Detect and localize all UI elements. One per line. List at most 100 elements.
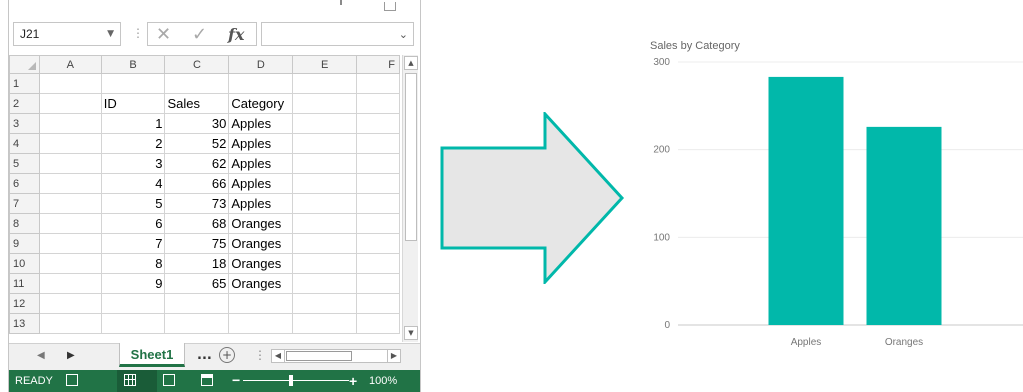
normal-view-icon[interactable] bbox=[124, 374, 136, 386]
cell-a[interactable] bbox=[38, 193, 102, 214]
tab-split-grip-icon[interactable]: ⋮ bbox=[254, 348, 266, 362]
cell-f[interactable] bbox=[356, 193, 400, 214]
row-header[interactable]: 6 bbox=[9, 173, 40, 194]
cell-d[interactable] bbox=[228, 73, 294, 94]
cell-d[interactable]: Oranges bbox=[228, 213, 294, 234]
cell-d[interactable]: Oranges bbox=[228, 233, 294, 254]
bar-oranges[interactable] bbox=[866, 126, 942, 325]
cell-c[interactable]: 66 bbox=[164, 173, 230, 194]
cell-f[interactable] bbox=[356, 173, 400, 194]
cell-b[interactable]: 9 bbox=[100, 273, 166, 294]
formula-input[interactable]: ⌄ bbox=[261, 22, 414, 46]
cell-a[interactable] bbox=[38, 113, 102, 134]
row-header[interactable]: 1 bbox=[9, 73, 40, 94]
cell-e[interactable] bbox=[292, 233, 358, 254]
cell-a[interactable] bbox=[38, 153, 102, 174]
row-header[interactable]: 12 bbox=[9, 293, 40, 314]
name-box[interactable]: J21 ▼ bbox=[13, 22, 121, 46]
row-header[interactable]: 7 bbox=[9, 193, 40, 214]
column-header-e[interactable]: E bbox=[292, 55, 358, 74]
scroll-right-arrow-icon[interactable]: ▶ bbox=[387, 350, 400, 362]
cell-e[interactable] bbox=[292, 313, 358, 334]
sheet-tab-sheet1[interactable]: Sheet1 bbox=[119, 343, 185, 367]
cell-c[interactable]: 75 bbox=[164, 233, 230, 254]
cell-f[interactable] bbox=[356, 73, 400, 94]
cell-e[interactable] bbox=[292, 293, 358, 314]
cell-c[interactable]: 30 bbox=[164, 113, 230, 134]
horizontal-scroll-thumb[interactable] bbox=[286, 351, 352, 361]
cell-e[interactable] bbox=[292, 73, 358, 94]
cell-f[interactable] bbox=[356, 293, 400, 314]
row-header[interactable]: 4 bbox=[9, 133, 40, 154]
row-header[interactable]: 9 bbox=[9, 233, 40, 254]
cell-f[interactable] bbox=[356, 153, 400, 174]
cell-d[interactable]: Apples bbox=[228, 133, 294, 154]
cell-d[interactable] bbox=[228, 293, 294, 314]
row-header[interactable]: 10 bbox=[9, 253, 40, 274]
cell-e[interactable] bbox=[292, 93, 358, 114]
cell-e[interactable] bbox=[292, 253, 358, 274]
vertical-scroll-thumb[interactable] bbox=[405, 73, 417, 241]
cell-c[interactable]: 62 bbox=[164, 153, 230, 174]
row-header[interactable]: 2 bbox=[9, 93, 40, 114]
column-header-f[interactable]: F bbox=[356, 55, 400, 74]
add-sheet-icon[interactable]: + bbox=[219, 347, 235, 363]
cell-a[interactable] bbox=[38, 213, 102, 234]
previous-sheet-icon[interactable]: ◀ bbox=[37, 350, 45, 361]
next-sheet-icon[interactable]: ▶ bbox=[67, 350, 75, 361]
cell-e[interactable] bbox=[292, 153, 358, 174]
cell-b[interactable]: 5 bbox=[100, 193, 166, 214]
cell-c[interactable]: 18 bbox=[164, 253, 230, 274]
cell-a[interactable] bbox=[38, 173, 102, 194]
cell-e[interactable] bbox=[292, 113, 358, 134]
cell-b[interactable]: 4 bbox=[100, 173, 166, 194]
macro-record-icon[interactable] bbox=[66, 374, 78, 386]
cell-c[interactable] bbox=[164, 313, 230, 334]
scroll-left-arrow-icon[interactable]: ◀ bbox=[272, 350, 285, 362]
cell-e[interactable] bbox=[292, 193, 358, 214]
formula-bar-grip-icon[interactable]: ⋮ bbox=[132, 26, 144, 40]
select-all-corner[interactable] bbox=[9, 55, 40, 74]
row-header[interactable]: 8 bbox=[9, 213, 40, 234]
page-layout-view-icon[interactable] bbox=[163, 374, 175, 386]
restore-window-button[interactable] bbox=[384, 2, 396, 11]
zoom-out-icon[interactable]: − bbox=[232, 372, 240, 388]
column-header-d[interactable]: D bbox=[228, 55, 294, 74]
cell-c[interactable]: 65 bbox=[164, 273, 230, 294]
page-break-view-icon[interactable] bbox=[201, 374, 213, 386]
cell-f[interactable] bbox=[356, 213, 400, 234]
cell-b[interactable] bbox=[100, 73, 166, 94]
cell-e[interactable] bbox=[292, 173, 358, 194]
cell-a[interactable] bbox=[38, 93, 102, 114]
cell-e[interactable] bbox=[292, 133, 358, 154]
cell-c[interactable]: 52 bbox=[164, 133, 230, 154]
row-header[interactable]: 5 bbox=[9, 153, 40, 174]
zoom-in-icon[interactable]: + bbox=[349, 373, 357, 389]
cell-f[interactable] bbox=[356, 93, 400, 114]
cell-b[interactable]: 6 bbox=[100, 213, 166, 234]
row-header[interactable]: 11 bbox=[9, 273, 40, 294]
expand-formula-bar-icon[interactable]: ⌄ bbox=[399, 28, 408, 41]
enter-check-icon[interactable]: ✓ bbox=[192, 24, 207, 45]
cell-a[interactable] bbox=[38, 273, 102, 294]
cell-f[interactable] bbox=[356, 113, 400, 134]
cell-a[interactable] bbox=[38, 293, 102, 314]
cell-b[interactable]: 2 bbox=[100, 133, 166, 154]
cell-b[interactable]: 3 bbox=[100, 153, 166, 174]
cell-f[interactable] bbox=[356, 313, 400, 334]
vertical-scrollbar[interactable]: ▲ ▼ bbox=[402, 55, 418, 342]
cell-c[interactable]: 73 bbox=[164, 193, 230, 214]
cell-d[interactable]: Oranges bbox=[228, 273, 294, 294]
cell-b[interactable] bbox=[100, 313, 166, 334]
cell-d[interactable]: Category bbox=[228, 93, 294, 114]
cell-a[interactable] bbox=[38, 233, 102, 254]
cell-a[interactable] bbox=[38, 133, 102, 154]
zoom-slider-thumb[interactable] bbox=[289, 375, 293, 386]
scroll-down-arrow-icon[interactable]: ▼ bbox=[404, 326, 418, 340]
horizontal-scrollbar[interactable]: ◀ ▶ bbox=[271, 349, 401, 363]
cell-d[interactable] bbox=[228, 313, 294, 334]
cell-d[interactable]: Apples bbox=[228, 173, 294, 194]
chevron-down-icon[interactable]: ▼ bbox=[107, 29, 114, 39]
cell-d[interactable]: Apples bbox=[228, 193, 294, 214]
column-header-c[interactable]: C bbox=[164, 55, 230, 74]
